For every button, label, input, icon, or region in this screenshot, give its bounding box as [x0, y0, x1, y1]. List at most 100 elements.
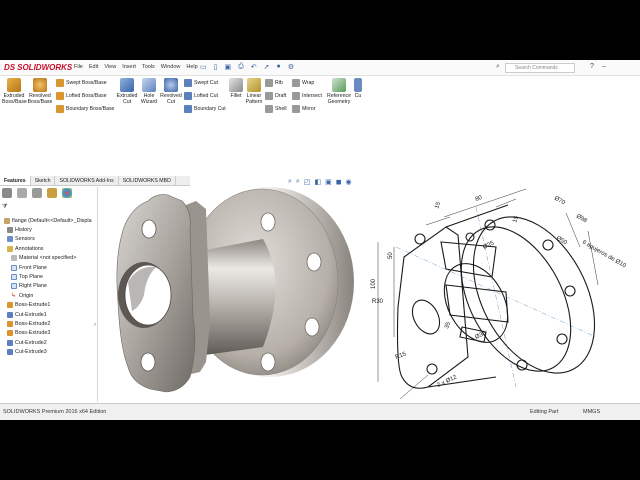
hole-wizard-icon	[142, 78, 156, 92]
shell-button[interactable]: Shell	[265, 105, 287, 113]
boundary-boss-icon	[56, 105, 64, 113]
tab-sketch[interactable]: Sketch	[31, 176, 56, 185]
menu-tools[interactable]: Tools	[142, 64, 155, 70]
previous-view-icon[interactable]: ◰	[304, 178, 311, 186]
tree-item-history[interactable]: History	[0, 225, 98, 234]
dimxpert-icon[interactable]	[47, 188, 57, 198]
linear-pattern-button[interactable]: Linear Pattern	[245, 78, 263, 105]
lofted-boss-button[interactable]: Lofted Boss/Base	[56, 92, 107, 100]
section-view-icon[interactable]: ◧	[314, 178, 321, 186]
extruded-boss-button[interactable]: Extruded Boss/Base	[2, 78, 27, 105]
swept-cut-button[interactable]: Swept Cut	[184, 79, 218, 87]
undo-icon[interactable]: ↶	[251, 63, 257, 71]
tab-mbd[interactable]: SOLIDWORKS MBD	[119, 176, 176, 185]
search-commands-input[interactable]: Search Commands	[505, 63, 575, 73]
tree-item-right-plane[interactable]: Right Plane	[0, 282, 98, 291]
part-icon	[4, 217, 10, 224]
graphics-area[interactable]: 80 15 15 Ø70 Ø98 Ø25 Ø50 6 agujeros de Ø…	[98, 187, 640, 402]
fillet-button[interactable]: Fillet	[228, 78, 244, 99]
tree-item-cut-extrude3[interactable]: Cut-Extrude3	[0, 347, 98, 356]
lofted-boss-icon	[56, 92, 64, 100]
annotations-icon	[7, 245, 13, 252]
intersect-button[interactable]: Intersect	[292, 92, 322, 100]
dim-r30: R30	[372, 299, 384, 305]
filter-icon[interactable]: ⧩	[2, 204, 7, 211]
intersect-icon	[292, 92, 300, 100]
tree-item-top-plane[interactable]: Top Plane	[0, 272, 98, 281]
property-manager-icon[interactable]	[17, 188, 27, 198]
options-icon[interactable]: ⚙	[288, 63, 294, 71]
wrap-button[interactable]: Wrap	[292, 79, 314, 87]
minimize-icon[interactable]: –	[602, 63, 606, 70]
dim-100: 100	[371, 278, 377, 289]
extruded-cut-icon	[120, 78, 134, 92]
tree-item-origin[interactable]: ↳ Origin	[0, 291, 98, 300]
open-icon[interactable]: ▯	[214, 63, 218, 71]
menu-window[interactable]: Window	[161, 64, 181, 70]
boundary-boss-button[interactable]: Boundary Boss/Base	[56, 105, 114, 113]
display-manager-icon[interactable]	[62, 188, 72, 198]
quick-access-toolbar: ▭ ▯ ▣ ⎙ ↶ ➚ ● ⚙	[200, 63, 294, 71]
boundary-cut-button[interactable]: Boundary Cut	[184, 105, 226, 113]
solidworks-window: DS SOLIDWORKS File Edit View Insert Tools…	[0, 60, 640, 420]
revolved-cut-button[interactable]: Revolved Cut	[160, 78, 182, 105]
cut-extrude-icon	[7, 311, 13, 318]
draft-button[interactable]: Draft	[265, 92, 286, 100]
swept-boss-button[interactable]: Swept Boss/Base	[56, 79, 107, 87]
lofted-cut-button[interactable]: Lofted Cut	[184, 92, 218, 100]
tree-item-cut-extrude1[interactable]: Cut-Extrude1	[0, 310, 98, 319]
reference-geometry-button[interactable]: Reference Geometry	[326, 78, 352, 105]
dim-r15: R15	[395, 351, 408, 361]
plate-hole-top	[141, 219, 157, 239]
unit-system-selector[interactable]: MMGS	[583, 409, 600, 415]
status-bar: SOLIDWORKS Premium 2016 x64 Edition Edit…	[0, 403, 640, 420]
configuration-manager-icon[interactable]	[32, 188, 42, 198]
menu-edit[interactable]: Edit	[89, 64, 98, 70]
revolved-boss-button[interactable]: Revolved Boss/Base	[27, 78, 53, 105]
print-icon[interactable]: ⎙	[238, 63, 244, 71]
tab-addins[interactable]: SOLIDWORKS Add-Ins	[55, 176, 119, 185]
extruded-cut-button[interactable]: Extruded Cut	[116, 78, 138, 105]
menu-view[interactable]: View	[104, 64, 116, 70]
tree-item-cut-extrude2[interactable]: Cut-Extrude2	[0, 338, 98, 347]
reference-geometry-icon	[332, 78, 346, 92]
tree-item-boss-extrude2[interactable]: Boss-Extrude2	[0, 319, 98, 328]
new-icon[interactable]: ▭	[200, 63, 207, 71]
bolt-hole	[304, 317, 320, 337]
tree-item-annotations[interactable]: Annotations	[0, 244, 98, 253]
menu-help[interactable]: Help	[186, 64, 197, 70]
cut-extrude-icon	[7, 349, 13, 356]
zoom-fit-icon[interactable]: ⌕	[288, 178, 292, 186]
curves-button[interactable]: Cu	[353, 78, 363, 99]
tree-root[interactable]: flange (Default<<Default>_Displa	[0, 216, 98, 225]
zoom-area-icon[interactable]: ⌕	[296, 178, 300, 186]
feature-manager-icon[interactable]	[2, 188, 12, 198]
save-icon[interactable]: ▣	[224, 63, 231, 71]
display-style-icon[interactable]: ◼	[336, 178, 342, 186]
plate-hole-bottom	[140, 352, 156, 372]
tree-item-boss-extrude1[interactable]: Boss-Extrude1	[0, 301, 98, 310]
hide-show-icon[interactable]: ◉	[346, 178, 352, 186]
view-orientation-icon[interactable]: ▣	[325, 178, 332, 186]
tab-features[interactable]: Features	[0, 176, 31, 185]
mirror-button[interactable]: Mirror	[292, 105, 316, 113]
feature-tree: flange (Default<<Default>_Displa History…	[0, 216, 98, 357]
tree-item-front-plane[interactable]: Front Plane	[0, 263, 98, 272]
rebuild-icon[interactable]: ●	[276, 63, 280, 71]
plane-icon	[11, 264, 17, 271]
origin-icon: ↳	[11, 292, 17, 299]
tree-item-material[interactable]: Material <not specified>	[0, 254, 98, 263]
menu-insert[interactable]: Insert	[122, 64, 136, 70]
command-manager-tabs: Features Sketch SOLIDWORKS Add-Ins SOLID…	[0, 176, 190, 186]
draft-icon	[265, 92, 273, 100]
menu-file[interactable]: File	[74, 64, 83, 70]
search-icon[interactable]: ⌕	[496, 63, 500, 71]
select-icon[interactable]: ➚	[264, 63, 270, 71]
help-icon[interactable]: ?	[590, 63, 594, 70]
hole-wizard-button[interactable]: Hole Wizard	[139, 78, 159, 105]
tree-item-boss-extrude3[interactable]: Boss-Extrude3	[0, 329, 98, 338]
wrap-icon	[292, 79, 300, 87]
tree-item-sensors[interactable]: Sensors	[0, 235, 98, 244]
rib-button[interactable]: Rib	[265, 79, 283, 87]
dim-d70: Ø70	[553, 196, 566, 207]
